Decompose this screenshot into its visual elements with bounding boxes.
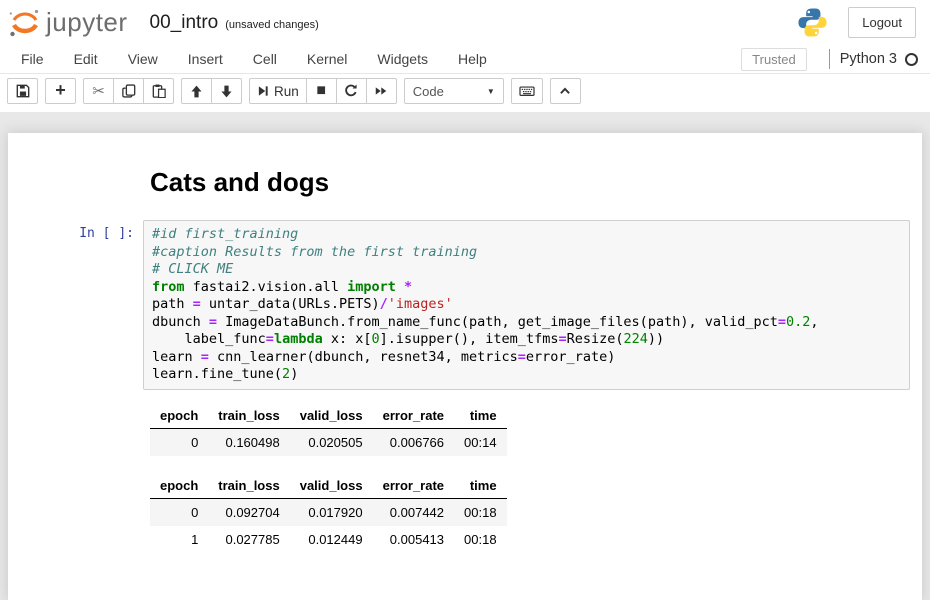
arrow-up-icon <box>190 85 203 98</box>
table-cell: 0 <box>150 428 208 456</box>
jupyter-logo[interactable]: jupyter <box>8 7 128 39</box>
table-cell: 0.005413 <box>373 526 454 553</box>
table-cell: 00:18 <box>454 498 507 526</box>
paste-icon <box>152 84 166 98</box>
plus-icon: + <box>55 81 66 99</box>
table-cell: 1 <box>150 526 208 553</box>
table-cell: 00:14 <box>454 428 507 456</box>
restart-kernel-button[interactable] <box>336 78 367 104</box>
keyboard-icon <box>519 84 535 98</box>
interrupt-kernel-button[interactable]: ■ <box>306 78 337 104</box>
output-table: epochtrain_lossvalid_losserror_ratetime0… <box>150 403 507 456</box>
table-cell: 0.007442 <box>373 498 454 526</box>
table-cell: 0.160498 <box>208 428 289 456</box>
cut-cell-button[interactable]: ✂ <box>83 78 114 104</box>
logout-button[interactable]: Logout <box>848 7 916 38</box>
menu-cell[interactable]: Cell <box>238 45 292 73</box>
step-forward-icon <box>257 85 269 97</box>
trusted-button[interactable]: Trusted <box>741 48 807 71</box>
checkpoint-status: (unsaved changes) <box>225 19 319 31</box>
scissors-icon: ✂ <box>92 84 105 99</box>
cell-type-value: Code <box>413 84 444 99</box>
markdown-heading: Cats and dogs <box>150 167 910 198</box>
jupyter-logo-icon <box>8 7 42 39</box>
add-cell-button[interactable]: + <box>45 78 76 104</box>
table-row: 10.0277850.0124490.00541300:18 <box>150 526 507 553</box>
notebook-site: Cats and dogs In [ ]: #id first_training… <box>0 112 930 600</box>
kernel-idle-icon <box>905 53 918 66</box>
copy-cell-button[interactable] <box>113 78 144 104</box>
table-cell: 0.027785 <box>208 526 289 553</box>
table-row: 00.1604980.0205050.00676600:14 <box>150 428 507 456</box>
copy-icon <box>122 84 136 98</box>
column-header: time <box>454 403 507 429</box>
kernel-name: Python 3 <box>840 51 897 67</box>
column-header: valid_loss <box>290 473 373 499</box>
command-palette-button[interactable] <box>511 78 543 104</box>
input-prompt: In [ ]: <box>8 220 143 241</box>
column-header: epoch <box>150 473 208 499</box>
table-cell: 0.012449 <box>290 526 373 553</box>
cell-type-select[interactable]: Code ▼ <box>404 78 504 104</box>
menubar: File Edit View Insert Cell Kernel Widget… <box>0 45 930 74</box>
table-cell: 0.092704 <box>208 498 289 526</box>
run-button-label: Run <box>274 84 299 99</box>
paste-cell-button[interactable] <box>143 78 174 104</box>
column-header: train_loss <box>208 473 289 499</box>
restart-run-all-button[interactable] <box>366 78 397 104</box>
column-header: epoch <box>150 403 208 429</box>
restart-icon <box>344 84 358 98</box>
column-header: valid_loss <box>290 403 373 429</box>
menu-edit[interactable]: Edit <box>59 45 113 73</box>
jupyter-logo-text: jupyter <box>46 7 128 38</box>
table-row: 00.0927040.0179200.00744200:18 <box>150 498 507 526</box>
notebook-title[interactable]: 00_intro <box>150 12 219 34</box>
menu-widgets[interactable]: Widgets <box>362 45 443 73</box>
save-icon <box>16 84 30 98</box>
table-cell: 00:18 <box>454 526 507 553</box>
kernel-separator <box>829 49 830 69</box>
chevron-up-icon <box>558 85 572 97</box>
move-cell-up-button[interactable] <box>181 78 212 104</box>
header: jupyter 00_intro (unsaved changes) Logou… <box>0 0 930 45</box>
column-header: time <box>454 473 507 499</box>
stop-icon: ■ <box>316 83 326 99</box>
table-cell: 0.020505 <box>290 428 373 456</box>
code-cell[interactable]: In [ ]: #id first_training#caption Resul… <box>8 220 922 390</box>
notebook-container: Cats and dogs In [ ]: #id first_training… <box>8 133 922 600</box>
scroll-up-button[interactable] <box>550 78 581 104</box>
table-cell: 0.006766 <box>373 428 454 456</box>
menu-view[interactable]: View <box>113 45 173 73</box>
menu-file[interactable]: File <box>6 45 59 73</box>
output-area: epochtrain_lossvalid_losserror_ratetime0… <box>150 403 922 553</box>
move-cell-down-button[interactable] <box>211 78 242 104</box>
code-editor[interactable]: #id first_training#caption Results from … <box>143 220 910 390</box>
arrow-down-icon <box>220 85 233 98</box>
column-header: error_rate <box>373 473 454 499</box>
column-header: error_rate <box>373 403 454 429</box>
menu-kernel[interactable]: Kernel <box>292 45 362 73</box>
menu-help[interactable]: Help <box>443 45 502 73</box>
table-cell: 0 <box>150 498 208 526</box>
fast-forward-icon <box>374 85 388 97</box>
menu-insert[interactable]: Insert <box>173 45 238 73</box>
output-table: epochtrain_lossvalid_losserror_ratetime0… <box>150 473 507 553</box>
code-area: #id first_training#caption Results from … <box>152 226 901 384</box>
select-caret-icon: ▼ <box>487 87 495 96</box>
column-header: train_loss <box>208 403 289 429</box>
run-cell-button[interactable]: Run <box>249 78 307 104</box>
save-button[interactable] <box>7 78 38 104</box>
table-cell: 0.017920 <box>290 498 373 526</box>
python-logo-icon <box>797 7 828 38</box>
toolbar: + ✂ <box>0 74 930 112</box>
